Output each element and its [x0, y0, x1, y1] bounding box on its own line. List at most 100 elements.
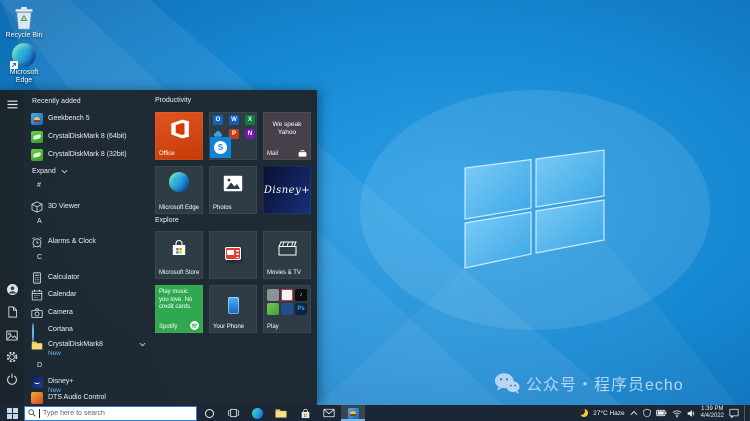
- tile-office-group[interactable]: O W X P N S: [209, 112, 257, 160]
- start-menu: Recently added Geekbench 5 CrystalDiskMa…: [0, 90, 317, 405]
- desktop-icon-microsoft-edge[interactable]: Microsoft Edge: [1, 42, 47, 85]
- wifi-icon[interactable]: [672, 409, 682, 418]
- speaker-icon[interactable]: [687, 409, 696, 418]
- show-desktop-button[interactable]: [744, 405, 749, 421]
- search-icon: [28, 409, 36, 417]
- tile-yahoo-mail[interactable]: We speak Yahoo Mail: [263, 112, 311, 160]
- user-account-button[interactable]: [0, 279, 24, 299]
- skype-icon: S: [214, 141, 227, 154]
- weather-label[interactable]: 27°C Haze: [593, 410, 625, 417]
- tile-skype[interactable]: S: [210, 137, 231, 158]
- recycle-bin-icon: [12, 5, 37, 30]
- letter-separator[interactable]: A: [37, 218, 42, 225]
- app-list-item-3d-viewer[interactable]: 3D Viewer: [31, 200, 146, 213]
- taskbar-search-box[interactable]: [24, 406, 197, 421]
- store-icon: [300, 408, 311, 419]
- hamburger-menu-button[interactable]: [0, 94, 24, 114]
- app-list-item-geekbench[interactable]: Geekbench 5: [31, 112, 146, 125]
- mail-button[interactable]: [317, 405, 341, 421]
- file-explorer-button[interactable]: [269, 405, 293, 421]
- chevron-up-icon[interactable]: [630, 410, 638, 416]
- camera-icon: [31, 307, 43, 319]
- tile-microsoft-store[interactable]: Microsoft Store: [155, 231, 203, 279]
- cube-icon: [31, 201, 43, 213]
- solitaire-icon: [281, 289, 293, 301]
- app-list-item-crystaldiskmark64[interactable]: CrystalDiskMark 8 (64bit): [31, 130, 146, 143]
- crystaldiskmark-icon: [31, 149, 43, 161]
- briefcase-icon: [298, 150, 307, 157]
- cortana-icon: [31, 324, 43, 336]
- geekbench-icon: [348, 408, 359, 419]
- system-tray: 27°C Haze 1:39 PM 4/4/2022: [580, 405, 750, 421]
- disney-icon: [31, 376, 43, 388]
- task-view-button[interactable]: [221, 405, 245, 421]
- edge-icon: [252, 408, 263, 419]
- shortcut-arrow-icon: [10, 61, 18, 69]
- pictures-button[interactable]: [0, 325, 24, 345]
- letter-separator[interactable]: D: [37, 362, 42, 369]
- geekbench-taskbar-button[interactable]: [341, 405, 365, 421]
- search-input[interactable]: [43, 408, 193, 418]
- candy-crush-icon: [267, 303, 279, 315]
- tile-microsoft-edge[interactable]: Microsoft Edge: [155, 166, 203, 214]
- crystaldiskmark-icon: [31, 131, 43, 143]
- screen: Recycle Bin Microsoft Edge 公众号・程序员echo: [0, 0, 750, 421]
- tile-movies-tv[interactable]: Movies & TV: [263, 231, 311, 279]
- app-list-item-alarms-clock[interactable]: Alarms & Clock: [31, 235, 146, 248]
- wechat-watermark: 公众号・程序员echo: [494, 371, 684, 395]
- app-list-item-camera[interactable]: Camera: [31, 306, 146, 319]
- tile-photos[interactable]: Photos: [209, 166, 257, 214]
- edge-icon: [12, 42, 37, 67]
- app-list-item-cortana[interactable]: Cortana: [31, 323, 146, 336]
- mail-icon: [323, 408, 335, 418]
- start-button[interactable]: [0, 405, 24, 421]
- photoshop-icon: Ps: [295, 303, 307, 315]
- disney-plus-logo: Disney+: [264, 185, 310, 196]
- tile-group-header-explore[interactable]: Explore: [155, 217, 179, 224]
- tile-group-header-productivity[interactable]: Productivity: [155, 97, 191, 104]
- documents-button[interactable]: [0, 302, 24, 322]
- app-list-item-crystaldiskmark32[interactable]: CrystalDiskMark 8 (32bit): [31, 148, 146, 161]
- calculator-icon: [31, 272, 43, 284]
- taskbar-edge-button[interactable]: [245, 405, 269, 421]
- chevron-down-icon[interactable]: [139, 342, 146, 347]
- outlook-icon[interactable]: O: [213, 115, 223, 125]
- battery-icon[interactable]: [656, 409, 667, 417]
- pictures-icon: [6, 330, 18, 341]
- tiktok-icon: ♪: [295, 289, 307, 301]
- windows-logo-icon: [7, 408, 18, 419]
- app-list-item-dts-audio[interactable]: DTS Audio Control: [31, 391, 146, 404]
- desktop-icon-recycle-bin[interactable]: Recycle Bin: [1, 5, 47, 40]
- tile-spotify[interactable]: Play music you love. No credit cards. Sp…: [155, 285, 203, 333]
- app-list-item-calculator[interactable]: Calculator: [31, 271, 146, 284]
- taskbar: 27°C Haze 1:39 PM 4/4/2022: [0, 405, 750, 421]
- alarm-clock-icon: [31, 236, 43, 248]
- task-view-icon: [227, 407, 240, 419]
- microsoft-store-button[interactable]: [293, 405, 317, 421]
- cortana-icon: [205, 409, 214, 418]
- file-explorer-icon: [275, 408, 287, 418]
- excel-icon[interactable]: X: [245, 115, 255, 125]
- word-icon[interactable]: W: [229, 115, 239, 125]
- cortana-button[interactable]: [197, 405, 221, 421]
- taskbar-clock[interactable]: 1:39 PM 4/4/2022: [701, 406, 724, 420]
- chevron-down-icon: [61, 169, 68, 174]
- expand-button[interactable]: Expand: [32, 165, 147, 178]
- tile-news[interactable]: [209, 231, 257, 279]
- watermark-text: 公众号・程序员echo: [526, 371, 684, 395]
- onenote-icon[interactable]: N: [245, 129, 255, 139]
- app-list-item-calendar[interactable]: Calendar: [31, 288, 146, 301]
- start-menu-rail: [0, 90, 24, 405]
- power-button[interactable]: [0, 369, 24, 389]
- letter-separator[interactable]: C: [37, 254, 42, 261]
- settings-button[interactable]: [0, 347, 24, 367]
- action-center-icon[interactable]: [729, 408, 739, 418]
- letter-separator[interactable]: #: [37, 182, 41, 189]
- tile-disney-plus[interactable]: Disney+: [263, 166, 311, 214]
- security-shield-icon[interactable]: [643, 408, 651, 418]
- tile-your-phone[interactable]: Your Phone: [209, 285, 257, 333]
- play-folder-mini-icons: ♪ Ps: [267, 289, 307, 315]
- tile-play-folder[interactable]: ♪ Ps Play: [263, 285, 311, 333]
- tile-office[interactable]: Office: [155, 112, 203, 160]
- news-icon: [209, 237, 257, 260]
